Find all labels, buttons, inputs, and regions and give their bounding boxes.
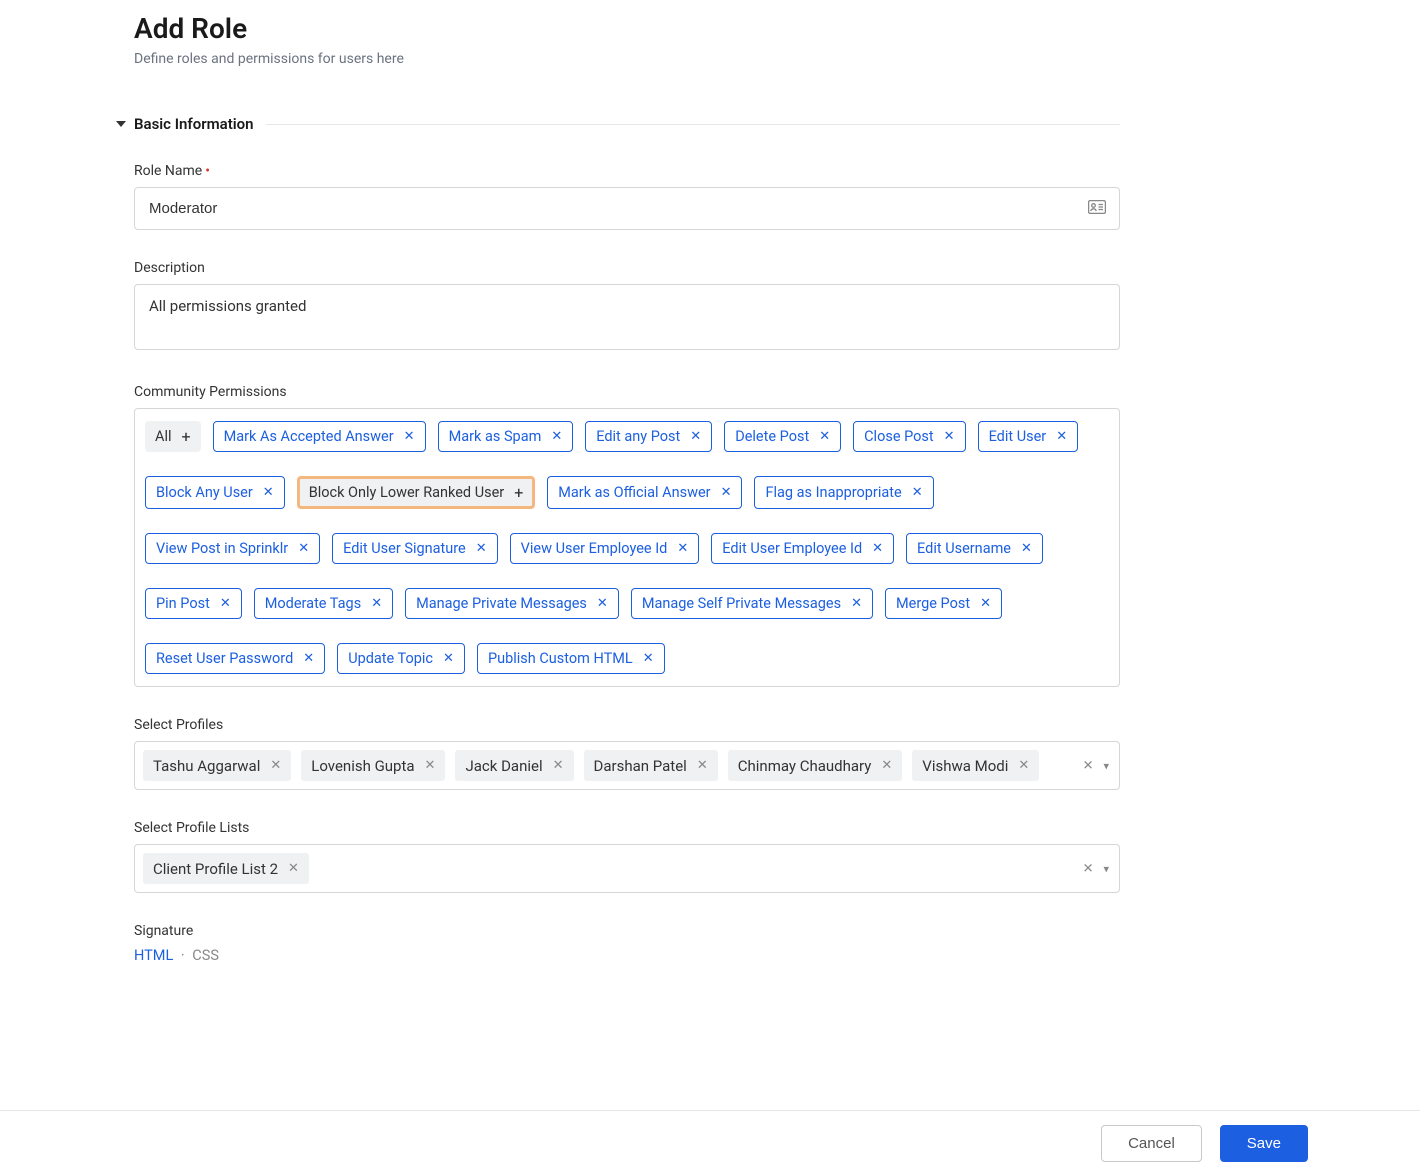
remove-icon[interactable]: ✕	[881, 759, 892, 772]
chevron-down-icon[interactable]: ▾	[1103, 759, 1109, 772]
remove-icon[interactable]: ✕	[872, 542, 883, 555]
plus-icon[interactable]: +	[182, 429, 191, 445]
remove-icon[interactable]: ✕	[643, 652, 654, 665]
permission-chip[interactable]: Flag as Inappropriate✕	[754, 476, 933, 509]
permission-chip[interactable]: Delete Post✕	[724, 421, 841, 452]
cancel-button[interactable]: Cancel	[1101, 1125, 1202, 1162]
select-profile-lists-label: Select Profile Lists	[134, 820, 1120, 836]
remove-icon[interactable]: ✕	[912, 486, 923, 499]
remove-icon[interactable]: ✕	[443, 652, 454, 665]
permission-chip-all[interactable]: All+	[145, 421, 201, 452]
remove-icon[interactable]: ✕	[298, 542, 309, 555]
profile-tag[interactable]: Vishwa Modi✕	[912, 750, 1039, 781]
permission-chip[interactable]: Edit User Signature✕	[332, 533, 498, 564]
permission-chip[interactable]: Block Any User✕	[145, 476, 285, 509]
permission-chip[interactable]: Update Topic✕	[337, 643, 465, 674]
permission-chip[interactable]: Mark As Accepted Answer✕	[213, 421, 426, 452]
clear-all-icon[interactable]: ✕	[1083, 861, 1094, 876]
section-divider	[266, 124, 1120, 125]
remove-icon[interactable]: ✕	[220, 597, 231, 610]
remove-icon[interactable]: ✕	[944, 430, 955, 443]
permission-chip[interactable]: Edit any Post✕	[585, 421, 712, 452]
remove-icon[interactable]: ✕	[819, 430, 830, 443]
permission-chip[interactable]: Publish Custom HTML✕	[477, 643, 665, 674]
permission-chip[interactable]: Edit User✕	[978, 421, 1079, 452]
description-label: Description	[134, 260, 1120, 276]
permission-chip[interactable]: Mark as Official Answer✕	[547, 476, 742, 509]
permission-chip[interactable]: Pin Post✕	[145, 588, 242, 619]
remove-icon[interactable]: ✕	[476, 542, 487, 555]
select-profile-lists-box[interactable]: Client Profile List 2✕ ✕ ▾	[134, 844, 1120, 893]
section-label: Basic Information	[134, 115, 254, 133]
collapse-caret-icon[interactable]	[116, 121, 126, 127]
footer: Cancel Save	[0, 1110, 1420, 1176]
role-name-input[interactable]	[134, 187, 1120, 230]
description-input[interactable]: All permissions granted	[134, 284, 1120, 350]
remove-icon[interactable]: ✕	[303, 652, 314, 665]
permission-chip[interactable]: View User Employee Id✕	[510, 533, 700, 564]
select-profiles-label: Select Profiles	[134, 717, 1120, 733]
permission-chip[interactable]: Merge Post✕	[885, 588, 1002, 619]
profile-list-tag[interactable]: Client Profile List 2✕	[143, 853, 309, 884]
remove-icon[interactable]: ✕	[263, 486, 274, 499]
permission-chip[interactable]: Mark as Spam✕	[438, 421, 574, 452]
remove-icon[interactable]: ✕	[404, 430, 415, 443]
profile-tag[interactable]: Tashu Aggarwal✕	[143, 750, 291, 781]
tab-css[interactable]: CSS	[192, 947, 219, 964]
tab-separator: ·	[181, 947, 185, 964]
remove-icon[interactable]: ✕	[690, 430, 701, 443]
remove-icon[interactable]: ✕	[371, 597, 382, 610]
remove-icon[interactable]: ✕	[288, 862, 299, 875]
permission-chip-highlighted[interactable]: Block Only Lower Ranked User+	[297, 476, 536, 509]
community-permissions-label: Community Permissions	[134, 384, 1120, 400]
tab-html[interactable]: HTML	[134, 947, 173, 964]
permission-chip[interactable]: View Post in Sprinklr✕	[145, 533, 320, 564]
profile-tag[interactable]: Jack Daniel✕	[455, 750, 573, 781]
profile-tag[interactable]: Chinmay Chaudhary✕	[728, 750, 903, 781]
profile-tag[interactable]: Darshan Patel✕	[584, 750, 718, 781]
remove-icon[interactable]: ✕	[697, 759, 708, 772]
role-name-label: Role Name•	[134, 163, 1120, 179]
profile-tag[interactable]: Lovenish Gupta✕	[301, 750, 445, 781]
remove-icon[interactable]: ✕	[553, 759, 564, 772]
permission-chip[interactable]: Close Post✕	[853, 421, 965, 452]
page-subtitle: Define roles and permissions for users h…	[134, 51, 1120, 67]
section-basic-info[interactable]: Basic Information	[116, 115, 1120, 133]
remove-icon[interactable]: ✕	[551, 430, 562, 443]
permission-chip[interactable]: Moderate Tags✕	[254, 588, 393, 619]
save-button[interactable]: Save	[1220, 1125, 1308, 1162]
remove-icon[interactable]: ✕	[1021, 542, 1032, 555]
chevron-down-icon[interactable]: ▾	[1103, 862, 1109, 875]
remove-icon[interactable]: ✕	[425, 759, 436, 772]
remove-icon[interactable]: ✕	[980, 597, 991, 610]
remove-icon[interactable]: ✕	[597, 597, 608, 610]
page-title: Add Role	[134, 12, 1120, 45]
permission-chip[interactable]: Reset User Password✕	[145, 643, 325, 674]
permission-chip[interactable]: Edit User Employee Id✕	[711, 533, 894, 564]
permission-chip[interactable]: Manage Self Private Messages✕	[631, 588, 873, 619]
id-card-icon	[1088, 200, 1106, 218]
remove-icon[interactable]: ✕	[270, 759, 281, 772]
permission-chip[interactable]: Manage Private Messages✕	[405, 588, 619, 619]
signature-label: Signature	[134, 923, 1120, 939]
remove-icon[interactable]: ✕	[1018, 759, 1029, 772]
remove-icon[interactable]: ✕	[721, 486, 732, 499]
plus-icon[interactable]: +	[514, 485, 523, 501]
select-profiles-box[interactable]: Tashu Aggarwal✕ Lovenish Gupta✕ Jack Danie…	[134, 741, 1120, 790]
permission-chip[interactable]: Edit Username✕	[906, 533, 1043, 564]
remove-icon[interactable]: ✕	[677, 542, 688, 555]
clear-all-icon[interactable]: ✕	[1083, 758, 1094, 773]
remove-icon[interactable]: ✕	[1056, 430, 1067, 443]
community-permissions-box[interactable]: All+ Mark As Accepted Answer✕ Mark as Spam…	[134, 408, 1120, 687]
remove-icon[interactable]: ✕	[851, 597, 862, 610]
